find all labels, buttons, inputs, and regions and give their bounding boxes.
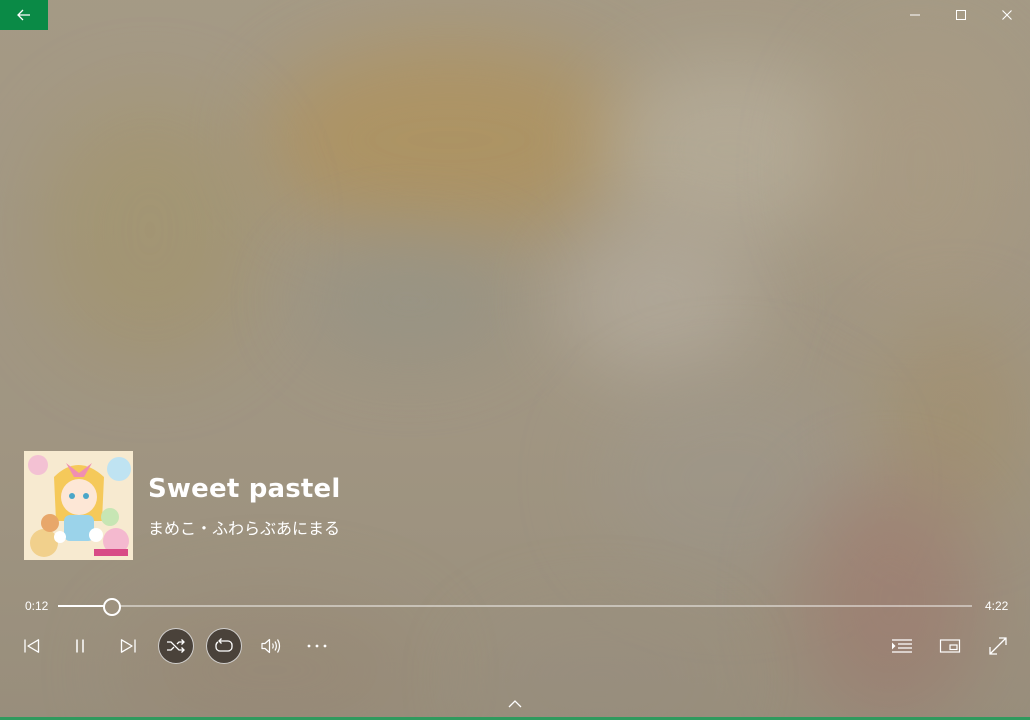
maximize-icon [955,9,967,21]
track-title[interactable]: Sweet pastel [148,474,341,504]
seek-bar-thumb[interactable] [102,598,121,616]
next-button[interactable] [110,628,146,664]
previous-track-icon [23,638,41,654]
repeat-button[interactable] [206,628,242,664]
now-playing-window: Sweet pastel まめこ・ふわらぶあにまる 0:12 4:22 [0,0,1030,720]
album-art[interactable] [24,451,133,560]
next-track-icon [119,638,137,654]
close-icon [1001,9,1013,21]
seek-bar[interactable] [58,598,972,616]
album-art-image [24,451,133,560]
total-duration: 4:22 [985,599,1009,613]
repeat-icon [214,637,234,655]
maximize-button[interactable] [938,0,984,30]
elapsed-time: 0:12 [25,599,49,613]
previous-button[interactable] [14,628,50,664]
arrow-left-icon [17,6,31,25]
pause-button[interactable] [62,628,98,664]
mini-view-icon [939,638,961,654]
back-button[interactable] [0,0,48,30]
more-options-icon [306,643,328,649]
now-playing-list-icon [891,638,913,654]
pause-icon [73,638,87,654]
volume-button[interactable] [253,628,289,664]
mini-view-button[interactable] [932,628,968,664]
shuffle-icon [166,638,186,654]
now-playing-list-button[interactable] [884,628,920,664]
close-button[interactable] [984,0,1030,30]
volume-icon [260,637,282,655]
expand-button[interactable] [501,692,529,712]
shuffle-button[interactable] [158,628,194,664]
minimize-icon [909,9,921,21]
fullscreen-icon [988,636,1008,656]
more-options-button[interactable] [299,628,335,664]
chevron-up-icon [508,693,522,712]
track-artist[interactable]: まめこ・ふわらぶあにまる [148,515,340,539]
fullscreen-button[interactable] [980,628,1016,664]
minimize-button[interactable] [892,0,938,30]
